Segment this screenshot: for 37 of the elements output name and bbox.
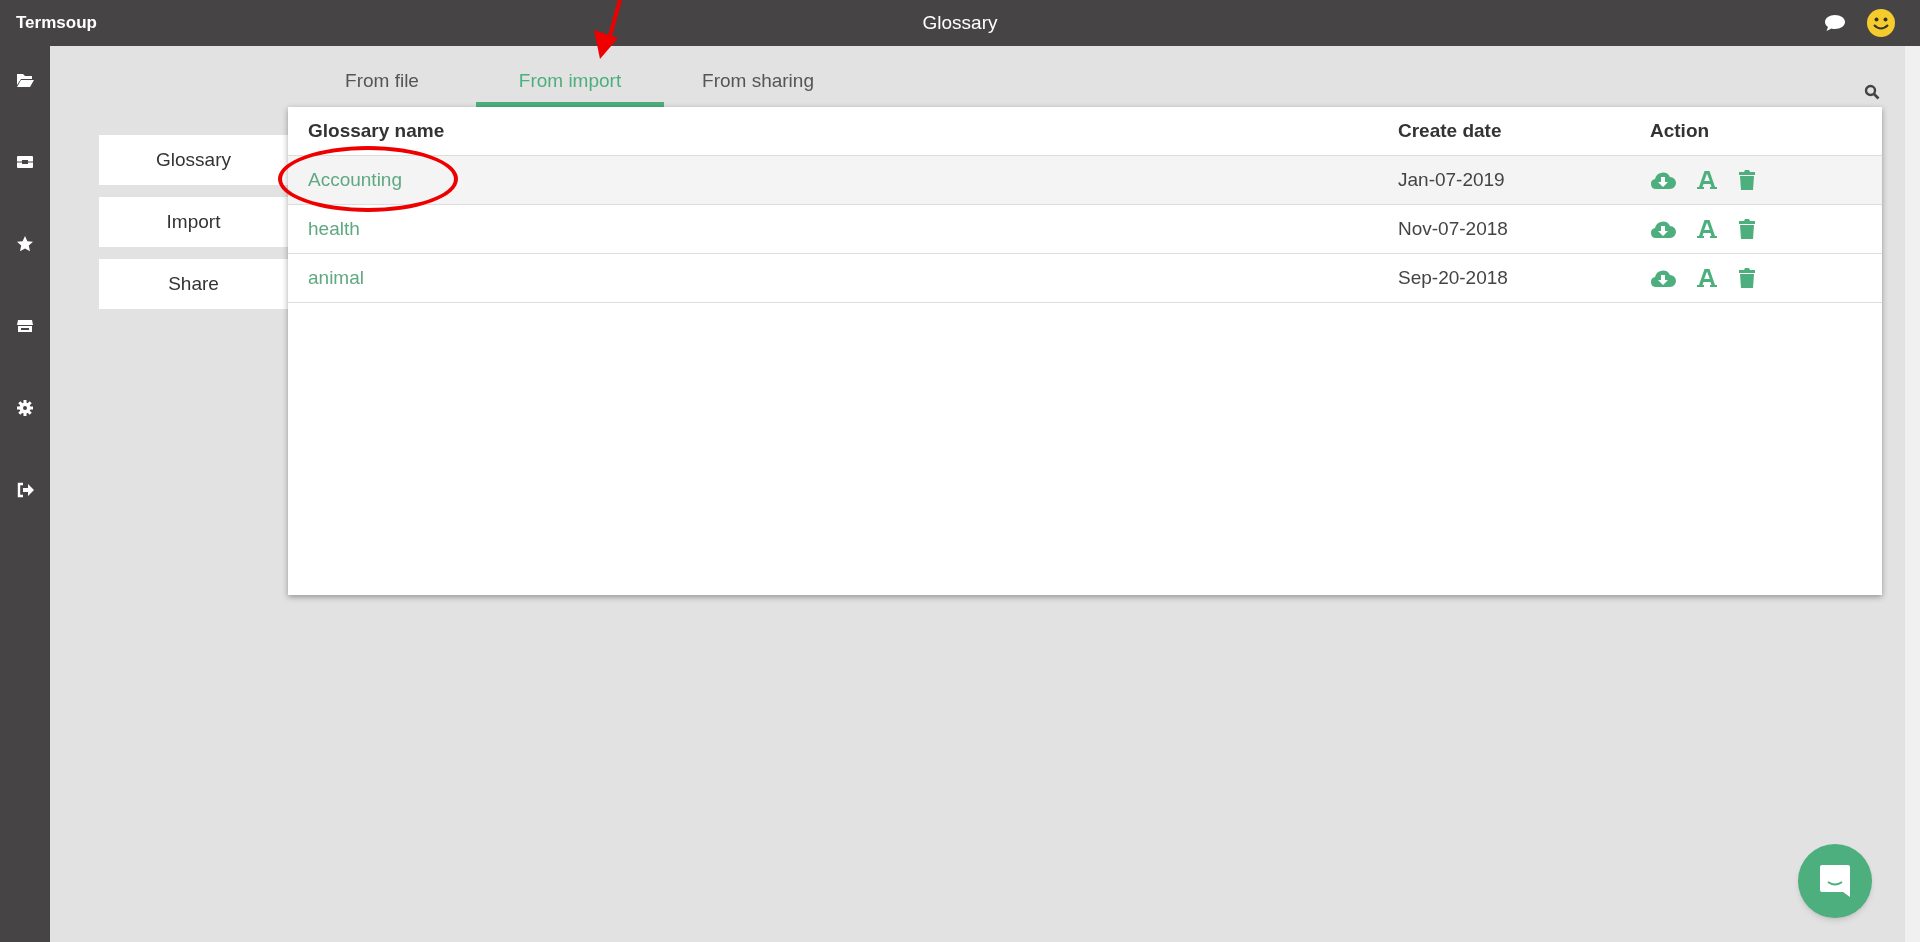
chat-button[interactable] <box>1798 844 1872 918</box>
smiley-icon[interactable] <box>1866 8 1896 38</box>
column-header: Glossary name <box>307 118 446 143</box>
menu-item[interactable]: Share <box>99 259 288 309</box>
column-header: Create date <box>1398 118 1503 143</box>
table-row[interactable]: Accounting Jan-07-2019 <box>288 156 1882 205</box>
scrollbar[interactable] <box>1905 46 1920 942</box>
window-title: Glossary <box>922 10 998 35</box>
film-strip-icon[interactable] <box>16 153 34 171</box>
trash-icon[interactable] <box>1738 267 1756 289</box>
table-row[interactable]: health Nov-07-2018 <box>288 205 1882 254</box>
trash-icon[interactable] <box>1738 169 1756 191</box>
cloud-download-icon[interactable] <box>1650 268 1676 288</box>
folder-icon[interactable] <box>16 71 34 89</box>
table-cell-text: Sep-20-2018 <box>1398 265 1509 290</box>
settings-icon[interactable] <box>16 399 34 417</box>
column-header: Action <box>1650 118 1710 143</box>
menu-item[interactable]: Import <box>99 197 288 247</box>
table-row[interactable]: animal Sep-20-2018 <box>288 254 1882 303</box>
menu-item[interactable]: Glossary <box>99 135 288 185</box>
table-cell-text: Nov-07-2018 <box>1398 216 1509 241</box>
logout-icon[interactable] <box>16 481 34 499</box>
trash-icon[interactable] <box>1738 218 1756 240</box>
app-name: Termsoup <box>16 12 97 35</box>
cloud-download-icon[interactable] <box>1650 170 1676 190</box>
search-icon[interactable] <box>1864 84 1880 100</box>
font-icon[interactable] <box>1696 170 1718 190</box>
table-cell-text: Jan-07-2019 <box>1398 167 1506 192</box>
cloud-download-icon[interactable] <box>1650 219 1676 239</box>
speech-bubble-icon[interactable] <box>1824 14 1846 32</box>
font-icon[interactable] <box>1696 268 1718 288</box>
storefront-icon[interactable] <box>16 317 34 335</box>
font-icon[interactable] <box>1696 219 1718 239</box>
tab[interactable]: From file <box>288 67 476 107</box>
chat-icon <box>1819 864 1851 898</box>
tab[interactable]: From sharing <box>664 67 852 107</box>
star-icon[interactable] <box>16 235 34 253</box>
